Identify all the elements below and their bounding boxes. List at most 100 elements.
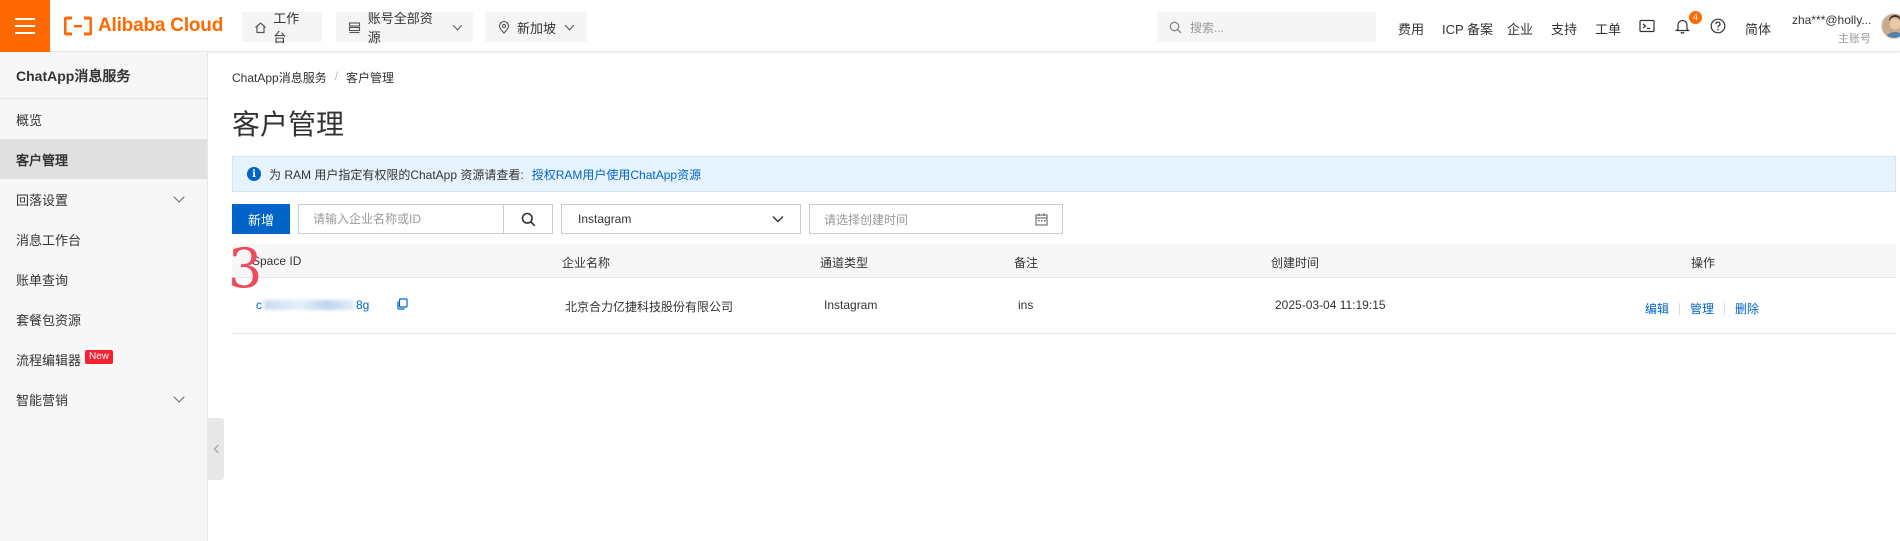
bell-icon[interactable] bbox=[1673, 17, 1691, 35]
column-header-created: 创建时间 bbox=[1271, 256, 1320, 270]
alibaba-cloud-logo-mark-icon bbox=[64, 16, 92, 36]
sidebar-item-fallback-settings[interactable]: 回落设置 bbox=[0, 179, 207, 219]
step-annotation-number: 3 bbox=[228, 237, 263, 300]
top-navigation-bar: Alibaba Cloud 工作台 账号全部资源 新加坡 搜索... 费用 IC… bbox=[0, 0, 1900, 52]
action-divider bbox=[1679, 303, 1681, 315]
menu-line bbox=[15, 25, 35, 27]
hamburger-menu-button[interactable] bbox=[0, 0, 50, 52]
chevron-down-icon bbox=[452, 20, 463, 30]
sidebar-item-package-resources[interactable]: 套餐包资源 bbox=[0, 299, 207, 339]
space-id-link[interactable]: c 8g bbox=[256, 298, 369, 312]
global-search-input[interactable]: 搜索... bbox=[1157, 12, 1376, 42]
menu-line bbox=[15, 32, 35, 34]
authorize-ram-link[interactable]: 授权RAM用户使用ChatApp资源 bbox=[532, 166, 701, 183]
search-icon bbox=[521, 212, 535, 226]
user-name[interactable]: zha***@holly... bbox=[1792, 13, 1871, 27]
remark: ins bbox=[1018, 298, 1034, 312]
account-resources-dropdown[interactable]: 账号全部资源 bbox=[336, 11, 473, 45]
sidebar-item-overview[interactable]: 概览 bbox=[0, 99, 207, 139]
copy-icon bbox=[397, 298, 408, 310]
sidebar-item-label: 流程编辑器 bbox=[16, 352, 82, 368]
chevron-down-icon bbox=[173, 390, 185, 403]
sidebar-item-billing[interactable]: 账单查询 bbox=[0, 259, 207, 299]
notice-text: 为 RAM 用户指定有权限的ChatApp 资源请查看: bbox=[269, 167, 524, 182]
page-title: 客户管理 bbox=[232, 109, 345, 140]
created-time: 2025-03-04 11:19:15 bbox=[1275, 298, 1386, 312]
search-icon bbox=[1169, 21, 1182, 33]
chevron-left-icon bbox=[213, 444, 222, 454]
home-icon bbox=[254, 20, 267, 34]
menu-line bbox=[15, 18, 35, 20]
breadcrumb-root[interactable]: ChatApp消息服务 bbox=[232, 69, 327, 86]
sidebar-item-label: 账单查询 bbox=[16, 272, 69, 288]
region-label: 新加坡 bbox=[517, 20, 557, 36]
icp-filing-link[interactable]: ICP 备案 bbox=[1442, 19, 1493, 38]
support-link[interactable]: 支持 bbox=[1551, 19, 1577, 38]
workbench-label: 工作台 bbox=[273, 11, 300, 45]
channel-type-value: Instagram bbox=[578, 212, 632, 226]
sidebar-item-label: 套餐包资源 bbox=[16, 312, 82, 328]
column-header-remark: 备注 bbox=[1014, 256, 1039, 270]
chevron-down-icon bbox=[173, 190, 185, 203]
delete-link[interactable]: 删除 bbox=[1735, 302, 1759, 316]
info-icon: i bbox=[247, 167, 261, 181]
sidebar: ChatApp消息服务 概览 客户管理 回落设置 消息工作台 账单查询 套餐包资… bbox=[0, 53, 208, 541]
sidebar-item-label: 客户管理 bbox=[16, 152, 69, 168]
location-pin-icon bbox=[497, 20, 511, 34]
global-search-placeholder: 搜索... bbox=[1190, 20, 1225, 35]
enterprise-link[interactable]: 企业 bbox=[1507, 19, 1533, 38]
manage-link[interactable]: 管理 bbox=[1690, 302, 1714, 316]
edit-link[interactable]: 编辑 bbox=[1645, 302, 1669, 316]
add-button[interactable]: 新增 bbox=[232, 204, 290, 234]
customer-table: Space ID 企业名称 通道类型 备注 创建时间 操作 c 8g 北京合力亿捷… bbox=[232, 244, 1896, 334]
user-avatar-icon bbox=[1885, 15, 1900, 38]
sidebar-title: ChatApp消息服务 bbox=[0, 53, 207, 99]
chevron-down-icon bbox=[564, 20, 575, 30]
sidebar-item-label-wrap: 流程编辑器 New bbox=[16, 349, 114, 369]
account-resources-label: 账号全部资源 bbox=[367, 11, 433, 45]
table-header: Space ID 企业名称 通道类型 备注 创建时间 操作 bbox=[232, 244, 1896, 278]
sidebar-item-label: 概览 bbox=[16, 112, 43, 128]
channel-type-select[interactable]: Instagram bbox=[561, 204, 801, 234]
action-divider bbox=[1724, 303, 1726, 315]
copy-button[interactable] bbox=[396, 298, 408, 313]
space-id-masked bbox=[264, 300, 354, 310]
sidebar-item-smart-marketing[interactable]: 智能营销 bbox=[0, 379, 207, 419]
breadcrumb-current: 客户管理 bbox=[346, 71, 395, 85]
logo-text: Alibaba Cloud bbox=[98, 15, 224, 36]
alibaba-cloud-logo[interactable]: Alibaba Cloud bbox=[64, 15, 223, 37]
language-switch[interactable]: 简体 bbox=[1745, 19, 1771, 38]
search-button[interactable] bbox=[503, 204, 553, 234]
created-date-picker[interactable]: 请选择创建时间 bbox=[809, 204, 1063, 234]
new-badge: New bbox=[85, 349, 114, 364]
ticket-link[interactable]: 工单 bbox=[1595, 19, 1621, 38]
space-id-end: 8g bbox=[356, 298, 370, 312]
chevron-down-icon bbox=[772, 216, 784, 223]
region-dropdown[interactable]: 新加坡 bbox=[485, 12, 587, 42]
sidebar-item-label: 智能营销 bbox=[16, 392, 69, 408]
sidebar-item-label: 回落设置 bbox=[16, 192, 69, 208]
help-icon[interactable] bbox=[1709, 17, 1727, 35]
column-header-channel: 通道类型 bbox=[820, 256, 869, 270]
info-notice-banner: i 为 RAM 用户指定有权限的ChatApp 资源请查看: 授权RAM用户使用… bbox=[232, 156, 1896, 192]
date-placeholder: 请选择创建时间 bbox=[824, 212, 909, 227]
cost-link[interactable]: 费用 bbox=[1398, 19, 1424, 38]
calendar-icon bbox=[1035, 213, 1048, 226]
user-role: 主账号 bbox=[1838, 33, 1871, 45]
sidebar-item-message-workbench[interactable]: 消息工作台 bbox=[0, 219, 207, 259]
row-actions: 编辑 管理 删除 bbox=[1645, 300, 1759, 317]
avatar[interactable] bbox=[1881, 13, 1900, 39]
sidebar-item-flow-editor[interactable]: 流程编辑器 New bbox=[0, 339, 207, 379]
sidebar-item-customer-management[interactable]: 客户管理 bbox=[0, 139, 207, 179]
channel-type: Instagram bbox=[824, 298, 878, 312]
cloud-shell-icon[interactable] bbox=[1638, 17, 1656, 35]
company-search-input[interactable] bbox=[298, 204, 504, 234]
resources-icon bbox=[348, 20, 362, 34]
workbench-button[interactable]: 工作台 bbox=[242, 11, 322, 45]
breadcrumb: ChatApp消息服务 / 客户管理 bbox=[232, 69, 394, 86]
sidebar-collapse-handle[interactable] bbox=[208, 418, 224, 480]
notification-count-badge: 4 bbox=[1689, 11, 1702, 24]
breadcrumb-separator: / bbox=[334, 69, 339, 83]
space-id-start: c bbox=[256, 298, 262, 312]
table-row: c 8g 北京合力亿捷科技股份有限公司 Instagram ins 2025-03… bbox=[232, 278, 1896, 334]
